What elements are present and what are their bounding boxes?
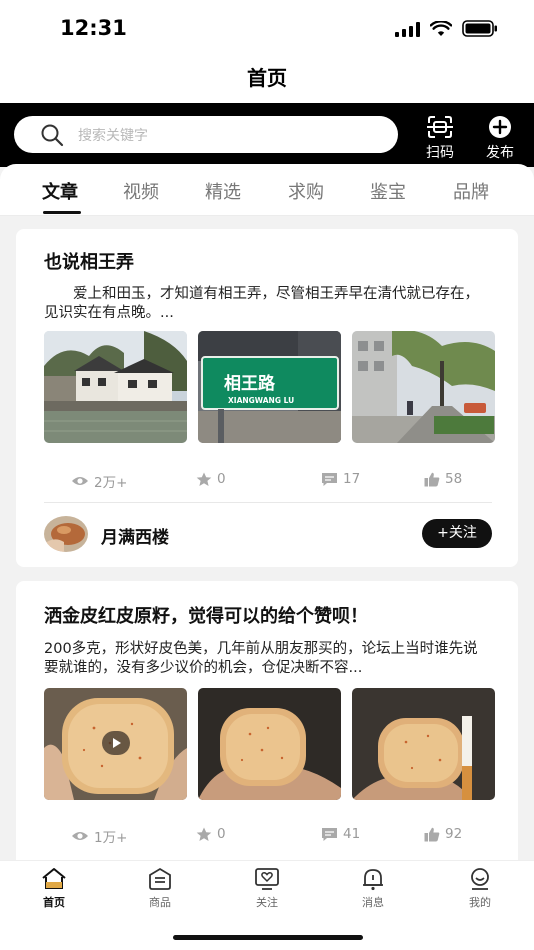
article-stats: 1万+ 0 41 92 <box>44 826 492 846</box>
cellular-signal-icon <box>395 21 420 37</box>
nav-messages-label: 消息 <box>362 896 384 909</box>
nav-profile-label: 我的 <box>469 896 491 909</box>
status-time: 12:31 <box>60 16 127 40</box>
article-title[interactable]: 洒金皮红皮原籽，觉得可以的给个赞呗！ <box>44 602 368 628</box>
views-stat: 2万+ <box>71 471 127 491</box>
nav-home-label: 首页 <box>43 896 65 909</box>
search-icon <box>41 124 64 146</box>
likes-stat[interactable]: 92 <box>424 826 462 842</box>
article-card[interactable]: 洒金皮红皮原籽，觉得可以的给个赞呗！ 200多克，形状好皮色美，几年前从朋友那买… <box>16 581 518 871</box>
avatar[interactable] <box>44 516 88 552</box>
goods-icon <box>149 867 171 890</box>
search-placeholder: 搜索关键字 <box>78 127 148 144</box>
nav-messages[interactable]: 消息 <box>343 867 403 910</box>
publish-button[interactable]: 发布 <box>486 115 514 162</box>
article-card[interactable]: 也说相王弄 爱上和田玉，才知道有相王弄，尽管相王弄早在清代就已存在，见识实在有点… <box>16 229 518 567</box>
search-bar-area: 搜索关键字 扫码 发布 <box>0 103 534 167</box>
article-image-jade-pebble-with-cigarette[interactable] <box>352 688 495 800</box>
wifi-icon <box>430 20 452 36</box>
article-excerpt: 爱上和田玉，才知道有相王弄，尽管相王弄早在清代就已存在，见识实在有点晚。... <box>44 286 479 321</box>
page-title: 首页 <box>247 66 287 90</box>
follow-icon <box>255 868 279 890</box>
article-video-thumbnail[interactable] <box>44 688 187 800</box>
nav-goods-label: 商品 <box>149 896 171 909</box>
battery-icon <box>462 20 497 37</box>
eye-icon <box>72 477 88 485</box>
article-image-riverside-houses[interactable] <box>44 331 187 443</box>
video-play-button[interactable] <box>102 731 130 755</box>
comment-icon <box>322 472 337 486</box>
comments-count: 41 <box>343 826 361 842</box>
publish-label: 发布 <box>486 145 514 161</box>
card-divider <box>44 502 492 503</box>
tab-featured[interactable]: 精选 <box>205 178 241 204</box>
likes-count: 92 <box>445 826 463 842</box>
article-image-tree-lined-street[interactable] <box>352 331 495 443</box>
play-icon <box>113 738 121 748</box>
status-bar: 12:31 <box>0 0 534 56</box>
tab-videos[interactable]: 视频 <box>123 178 159 204</box>
article-image-street-sign[interactable]: 相王路 XIANGWANG LU <box>198 331 341 443</box>
favorites-count: 0 <box>217 471 226 487</box>
favorites-count: 0 <box>217 826 226 842</box>
author-name[interactable]: 月满西楼 <box>101 523 169 548</box>
article-title[interactable]: 也说相王弄 <box>44 248 134 274</box>
nav-home[interactable]: 首页 <box>24 867 84 910</box>
street-sign-text: 相王路 <box>224 373 276 394</box>
tab-articles[interactable]: 文章 <box>42 178 78 204</box>
comment-icon <box>322 827 337 841</box>
nav-goods[interactable]: 商品 <box>130 867 190 910</box>
author-row: 月满西楼 +关注 <box>44 516 492 560</box>
eye-icon <box>72 832 88 840</box>
plus-circle-icon <box>489 116 511 138</box>
article-image-jade-pebble[interactable] <box>198 688 341 800</box>
views-count: 1万+ <box>94 830 128 846</box>
thumbs-up-icon <box>424 472 440 486</box>
scan-button[interactable]: 扫码 <box>426 115 454 162</box>
article-excerpt: 200多克，形状好皮色美，几年前从朋友那买的，论坛上当时谁先说要就谁的，没有多少… <box>44 641 478 676</box>
views-count: 2万+ <box>94 475 128 491</box>
profile-icon <box>471 868 489 890</box>
search-input[interactable]: 搜索关键字 <box>14 116 398 153</box>
active-tab-indicator <box>43 211 81 214</box>
scan-icon <box>427 116 453 138</box>
favorites-stat[interactable]: 0 <box>196 471 226 487</box>
tab-wanted[interactable]: 求购 <box>288 178 324 204</box>
star-icon <box>196 827 212 841</box>
article-stats: 2万+ 0 17 58 <box>44 471 492 491</box>
follow-button[interactable]: +关注 <box>422 519 492 548</box>
scan-label: 扫码 <box>426 145 454 161</box>
bell-icon <box>363 869 383 891</box>
home-icon <box>42 868 66 889</box>
likes-stat[interactable]: 58 <box>424 471 462 487</box>
comments-stat[interactable]: 41 <box>321 826 360 842</box>
star-icon <box>196 472 212 486</box>
nav-profile[interactable]: 我的 <box>450 867 510 910</box>
title-bar: 首页 <box>0 56 534 103</box>
category-tabs: 文章 视频 精选 求购 鉴宝 品牌 <box>0 164 534 216</box>
status-icons <box>395 20 498 37</box>
comments-stat[interactable]: 17 <box>321 471 360 487</box>
likes-count: 58 <box>445 471 463 487</box>
street-sign-subtext: XIANGWANG LU <box>228 396 294 405</box>
nav-follow-label: 关注 <box>256 896 278 909</box>
nav-follow[interactable]: 关注 <box>237 867 297 910</box>
comments-count: 17 <box>343 471 361 487</box>
tab-brands[interactable]: 品牌 <box>453 178 489 204</box>
thumbs-up-icon <box>424 827 440 841</box>
views-stat: 1万+ <box>71 826 127 846</box>
tab-appraisal[interactable]: 鉴宝 <box>370 178 406 204</box>
home-indicator <box>173 935 363 940</box>
favorites-stat[interactable]: 0 <box>196 826 226 842</box>
